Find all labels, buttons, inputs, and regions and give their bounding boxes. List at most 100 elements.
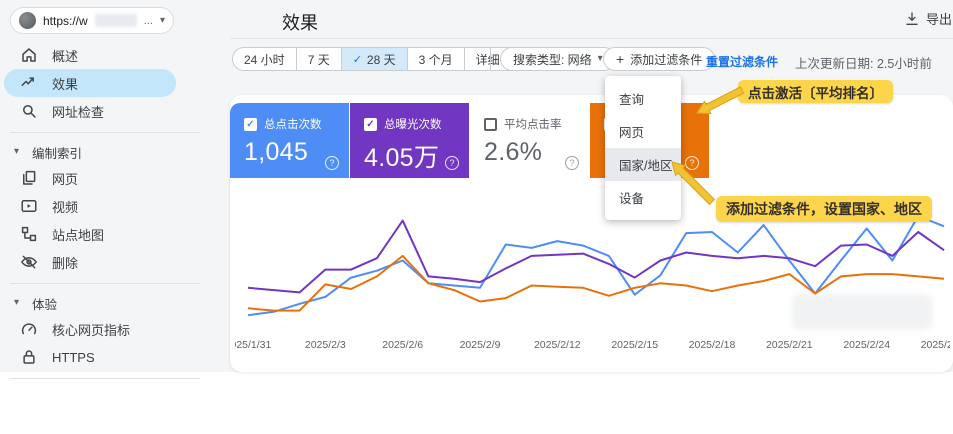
metric-card-header: ✓ 总点击次数 — [230, 103, 349, 132]
x-axis-tick-label: 2025/2/6 — [382, 339, 423, 351]
check-icon: ✓ — [352, 53, 362, 66]
chevron-down-icon: ▾ — [14, 297, 20, 308]
sidebar-section-label: 体验 — [32, 297, 58, 312]
annotation-activate-position: 点击激活〔平均排名〕 — [738, 80, 893, 103]
filter-separator — [490, 48, 491, 70]
sitemap-icon — [20, 225, 38, 243]
page-title: 效果 — [282, 13, 318, 33]
x-axis-tick-label: 2025/1/31 — [235, 339, 272, 351]
dropdown-item-3[interactable]: 设备 — [605, 181, 681, 214]
app-root: https://w ... ▾ 概述 效果 网址检查 ▾ 编制索引 网页 视频 站点地图 删除 ▾… — [0, 0, 953, 434]
x-axis-tick-label: 2025/2/12 — [534, 339, 581, 351]
chevron-down-icon: ▾ — [14, 146, 20, 157]
last-updated-text: 上次更新日期: 2.5小时前 — [795, 57, 932, 71]
metric-checkbox[interactable] — [484, 117, 497, 131]
sidebar-item-label: 核心网页指标 — [52, 322, 131, 338]
export-button[interactable]: 导出 — [904, 9, 952, 28]
gauge-icon — [20, 320, 38, 338]
metric-checkbox[interactable]: ✓ — [364, 117, 377, 131]
metric-card-ctr[interactable]: 平均点击率 2.6%? — [470, 103, 589, 178]
sidebar-item-sitemaps[interactable]: 站点地图 — [4, 220, 176, 248]
dropdown-item-1[interactable]: 网页 — [605, 115, 681, 148]
sidebar-item-label: 删除 — [52, 255, 79, 271]
chevron-down-icon: ▾ — [597, 53, 603, 64]
property-ellipsis: ... — [143, 14, 153, 27]
sidebar-divider — [10, 283, 200, 284]
help-icon[interactable]: ? — [325, 156, 339, 170]
date-range-tabs: 24 小时7 天✓28 天3 个月详细信息▾ — [232, 47, 546, 71]
sidebar-item-pages[interactable]: 网页 — [4, 164, 176, 192]
pages-icon — [20, 169, 38, 187]
dropdown-item-0[interactable]: 查询 — [605, 82, 681, 115]
metric-card-header: 平均点击率 — [470, 103, 589, 132]
dropdown-item-2[interactable]: 国家/地区 — [605, 148, 681, 181]
performance-icon — [20, 74, 38, 92]
sidebar-item-removals[interactable]: 删除 — [4, 248, 176, 276]
x-axis-tick-label: 2025/2/3 — [305, 339, 346, 351]
date-tab-label: 28 天 — [366, 52, 396, 67]
x-axis-tick-label: 2025/2/21 — [766, 339, 813, 351]
sidebar-item-label: 视频 — [52, 199, 79, 215]
metric-label: 平均点击率 — [504, 119, 562, 131]
download-icon — [904, 11, 920, 27]
metric-card-header: ✓ 总曝光次数 — [350, 103, 469, 132]
sidebar-item-videos[interactable]: 视频 — [4, 192, 176, 220]
reset-filter-link[interactable]: 重置过滤条件 — [706, 53, 778, 70]
date-tab-28d[interactable]: ✓ 28 天 — [340, 48, 407, 70]
filter-dropdown-menu: 查询 网页 国家/地区 设备 — [605, 76, 681, 220]
help-icon[interactable]: ? — [445, 156, 459, 170]
sidebar-item-https[interactable]: HTTPS — [4, 343, 176, 371]
sidebar-item-core-web-vitals[interactable]: 核心网页指标 — [4, 315, 176, 343]
property-url: https://w — [43, 13, 88, 28]
sidebar: https://w ... ▾ 概述效果网址检查 ▾ 编制索引网页视频站点地图删除 ▾… — [0, 0, 225, 379]
sidebar-item-label: 网址检查 — [52, 104, 105, 120]
chart-line-总曝光次数 — [247, 219, 945, 294]
x-axis-tick-label: 2025/2/9 — [460, 339, 501, 351]
search-type-label: 搜索类型: 网络 — [513, 52, 592, 67]
help-icon[interactable]: ? — [565, 156, 579, 170]
sidebar-item-label: 网页 — [52, 171, 79, 187]
search-icon — [20, 102, 38, 120]
sidebar-item-performance[interactable]: 效果 — [4, 69, 176, 97]
add-filter-label: 添加过滤条件 — [630, 52, 703, 67]
video-icon — [20, 197, 38, 215]
sidebar-item-label: 效果 — [52, 76, 79, 92]
sidebar-divider — [10, 378, 200, 379]
blurred-watermark — [792, 294, 932, 330]
annotation-add-filter: 添加过滤条件，设置国家、地区 — [716, 196, 932, 222]
sidebar-item-url-inspection[interactable]: 网址检查 — [4, 97, 176, 125]
plus-icon: + — [616, 51, 625, 67]
sidebar-item-label: 概述 — [52, 48, 79, 64]
sidebar-item-label: HTTPS — [52, 349, 95, 365]
metric-card-clicks[interactable]: ✓ 总点击次数 1,045? — [230, 103, 349, 178]
performance-chart-svg: 2025/1/31 2025/2/3 2025/2/6 2025/2/9 2025/2/… — [235, 215, 950, 351]
home-icon — [20, 46, 38, 64]
add-filter-button[interactable]: + 添加过滤条件 — [603, 47, 716, 71]
export-label: 导出 — [925, 12, 952, 27]
sidebar-item-label: 站点地图 — [52, 227, 105, 243]
metric-checkbox[interactable]: ✓ — [244, 117, 257, 131]
date-tab-7d[interactable]: 7 天 — [295, 48, 341, 70]
help-icon[interactable]: ? — [685, 156, 699, 170]
metric-card-impressions[interactable]: ✓ 总曝光次数 4.05万? — [350, 103, 469, 178]
date-tab-3m[interactable]: 3 个月 — [406, 48, 464, 70]
chevron-down-icon: ▾ — [159, 14, 165, 26]
lock-icon — [20, 348, 38, 366]
sidebar-nav: 概述效果网址检查 ▾ 编制索引网页视频站点地图删除 ▾ 体验核心网页指标 HTTPS — [0, 41, 225, 386]
sidebar-section-header[interactable]: ▾ 编制索引 — [0, 140, 225, 164]
date-tab-label: 3 个月 — [418, 52, 453, 67]
x-axis-tick-label: 2025/2/15 — [611, 339, 658, 351]
eye-off-icon — [20, 253, 38, 271]
search-type-button[interactable]: 搜索类型: 网络 ▾ — [500, 47, 616, 71]
sidebar-item-overview[interactable]: 概述 — [4, 41, 176, 69]
performance-chart[interactable]: 2025/1/31 2025/2/3 2025/2/6 2025/2/9 2025/2/… — [235, 198, 950, 358]
date-tab-label: 7 天 — [307, 52, 330, 67]
header-divider — [230, 38, 953, 39]
metric-label: 总曝光次数 — [384, 119, 442, 131]
x-axis-tick-label: 2025/2/24 — [843, 339, 890, 351]
date-tab-24h[interactable]: 24 小时 — [233, 48, 296, 70]
property-selector[interactable]: https://w ... ▾ — [10, 7, 174, 34]
metric-label: 总点击次数 — [264, 119, 322, 131]
property-favicon-icon — [19, 12, 36, 29]
sidebar-section-header[interactable]: ▾ 体验 — [0, 291, 225, 315]
